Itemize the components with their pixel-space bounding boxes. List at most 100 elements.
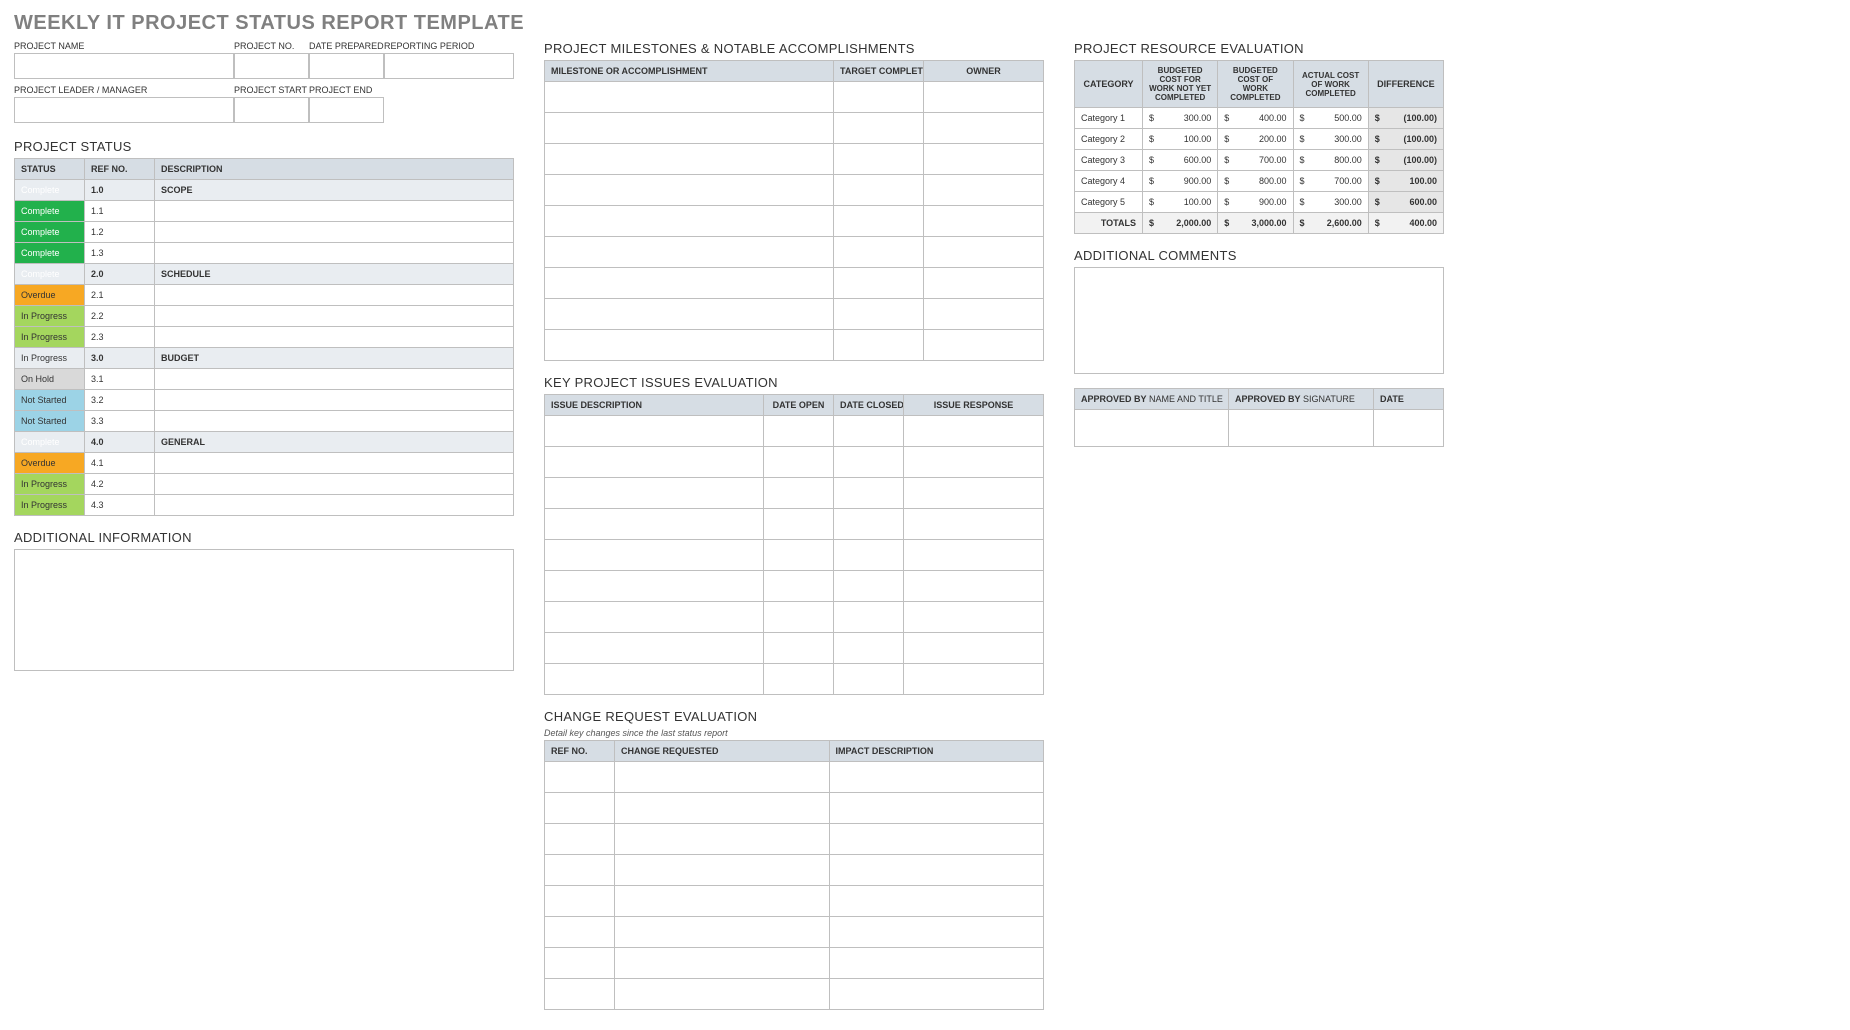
table-row[interactable] <box>545 175 1044 206</box>
table-row[interactable] <box>545 299 1044 330</box>
table-row[interactable] <box>545 144 1044 175</box>
approval-table: APPROVED BY NAME AND TITLE APPROVED BY S… <box>1074 388 1444 447</box>
table-row[interactable] <box>545 206 1044 237</box>
input-project-end[interactable] <box>309 97 384 123</box>
resource-heading: PROJECT RESOURCE EVALUATION <box>1074 41 1444 56</box>
table-row[interactable] <box>545 268 1044 299</box>
col-approved-date: DATE <box>1374 389 1444 410</box>
table-row[interactable] <box>545 509 1044 540</box>
approval-row[interactable] <box>1075 410 1444 447</box>
status-row[interactable]: Complete1.1 <box>15 201 514 222</box>
status-row[interactable]: Overdue2.1 <box>15 285 514 306</box>
table-row[interactable] <box>545 793 1044 824</box>
input-project-no[interactable] <box>234 53 309 79</box>
milestones-heading: PROJECT MILESTONES & NOTABLE ACCOMPLISHM… <box>544 41 1044 56</box>
table-row[interactable] <box>545 762 1044 793</box>
label-project-start: PROJECT START <box>234 85 309 97</box>
issues-heading: KEY PROJECT ISSUES EVALUATION <box>544 375 1044 390</box>
project-meta-row1: PROJECT NAME PROJECT NO. DATE PREPARED R… <box>14 41 514 81</box>
resource-table: CATEGORY BUDGETED COST FOR WORK NOT YET … <box>1074 60 1444 234</box>
status-row[interactable]: Complete2.0SCHEDULE <box>15 264 514 285</box>
input-date-prepared[interactable] <box>309 53 384 79</box>
table-row[interactable] <box>545 917 1044 948</box>
project-status-table: STATUS REF NO. DESCRIPTION Complete1.0SC… <box>14 158 514 516</box>
input-reporting-period[interactable] <box>384 53 514 79</box>
col-issue-desc: ISSUE DESCRIPTION <box>545 395 764 416</box>
label-date-prepared: DATE PREPARED <box>309 41 384 53</box>
status-row[interactable]: In Progress4.3 <box>15 495 514 516</box>
table-row[interactable] <box>545 82 1044 113</box>
comments-box[interactable] <box>1074 267 1444 374</box>
table-row[interactable] <box>545 540 1044 571</box>
col-difference: DIFFERENCE <box>1368 61 1443 108</box>
label-project-leader: PROJECT LEADER / MANAGER <box>14 85 234 97</box>
milestones-table: MILESTONE OR ACCOMPLISHMENT TARGET COMPL… <box>544 60 1044 361</box>
project-meta-row2: PROJECT LEADER / MANAGER PROJECT START P… <box>14 85 384 125</box>
col-impact: IMPACT DESCRIPTION <box>829 741 1044 762</box>
resource-totals: TOTALS$2,000.00$3,000.00$2,600.00$400.00 <box>1075 213 1444 234</box>
col-budget-notdone: BUDGETED COST FOR WORK NOT YET COMPLETED <box>1143 61 1218 108</box>
changes-table: REF NO. CHANGE REQUESTED IMPACT DESCRIPT… <box>544 740 1044 1010</box>
col-date-open: DATE OPEN <box>764 395 834 416</box>
changes-heading: CHANGE REQUEST EVALUATION <box>544 709 1044 724</box>
status-row[interactable]: Complete1.2 <box>15 222 514 243</box>
col-approved-sig: APPROVED BY SIGNATURE <box>1229 389 1374 410</box>
label-project-name: PROJECT NAME <box>14 41 234 53</box>
col-actual: ACTUAL COST OF WORK COMPLETED <box>1293 61 1368 108</box>
col-change-ref: REF NO. <box>545 741 615 762</box>
col-category: CATEGORY <box>1075 61 1143 108</box>
page-title: WEEKLY IT PROJECT STATUS REPORT TEMPLATE <box>14 12 1836 35</box>
table-row[interactable] <box>545 979 1044 1010</box>
table-row[interactable] <box>545 478 1044 509</box>
label-reporting-period: REPORTING PERIOD <box>384 41 514 53</box>
table-row[interactable] <box>545 571 1044 602</box>
resource-row[interactable]: Category 3$600.00$700.00$800.00$(100.00) <box>1075 150 1444 171</box>
input-project-leader[interactable] <box>14 97 234 123</box>
status-row[interactable]: Not Started3.3 <box>15 411 514 432</box>
col-milestone: MILESTONE OR ACCOMPLISHMENT <box>545 61 834 82</box>
label-project-no: PROJECT NO. <box>234 41 309 53</box>
resource-row[interactable]: Category 5$100.00$900.00$300.00$600.00 <box>1075 192 1444 213</box>
table-row[interactable] <box>545 602 1044 633</box>
status-row[interactable]: In Progress2.3 <box>15 327 514 348</box>
table-row[interactable] <box>545 948 1044 979</box>
status-row[interactable]: Complete1.3 <box>15 243 514 264</box>
col-budget-done: BUDGETED COST OF WORK COMPLETED <box>1218 61 1293 108</box>
table-row[interactable] <box>545 330 1044 361</box>
table-row[interactable] <box>545 886 1044 917</box>
input-project-start[interactable] <box>234 97 309 123</box>
table-row[interactable] <box>545 113 1044 144</box>
table-row[interactable] <box>545 664 1044 695</box>
status-row[interactable]: On Hold3.1 <box>15 369 514 390</box>
additional-info-box[interactable] <box>14 549 514 671</box>
resource-row[interactable]: Category 4$900.00$800.00$700.00$100.00 <box>1075 171 1444 192</box>
status-row[interactable]: In Progress2.2 <box>15 306 514 327</box>
project-status-heading: PROJECT STATUS <box>14 139 514 154</box>
status-row[interactable]: Complete1.0SCOPE <box>15 180 514 201</box>
col-owner: OWNER <box>924 61 1044 82</box>
status-row[interactable]: In Progress3.0BUDGET <box>15 348 514 369</box>
col-date-closed: DATE CLOSED <box>834 395 904 416</box>
changes-note: Detail key changes since the last status… <box>544 728 1044 738</box>
input-project-name[interactable] <box>14 53 234 79</box>
comments-heading: ADDITIONAL COMMENTS <box>1074 248 1444 263</box>
col-status: STATUS <box>15 159 85 180</box>
label-project-end: PROJECT END <box>309 85 384 97</box>
resource-row[interactable]: Category 1$300.00$400.00$500.00$(100.00) <box>1075 108 1444 129</box>
table-row[interactable] <box>545 824 1044 855</box>
status-row[interactable]: Complete4.0GENERAL <box>15 432 514 453</box>
col-issue-response: ISSUE RESPONSE <box>904 395 1044 416</box>
col-desc: DESCRIPTION <box>155 159 514 180</box>
table-row[interactable] <box>545 416 1044 447</box>
col-target-date: TARGET COMPLETION DATE <box>834 61 924 82</box>
status-row[interactable]: In Progress4.2 <box>15 474 514 495</box>
table-row[interactable] <box>545 855 1044 886</box>
resource-row[interactable]: Category 2$100.00$200.00$300.00$(100.00) <box>1075 129 1444 150</box>
table-row[interactable] <box>545 237 1044 268</box>
table-row[interactable] <box>545 447 1044 478</box>
table-row[interactable] <box>545 633 1044 664</box>
col-change-req: CHANGE REQUESTED <box>615 741 830 762</box>
status-row[interactable]: Not Started3.2 <box>15 390 514 411</box>
col-ref: REF NO. <box>85 159 155 180</box>
status-row[interactable]: Overdue4.1 <box>15 453 514 474</box>
